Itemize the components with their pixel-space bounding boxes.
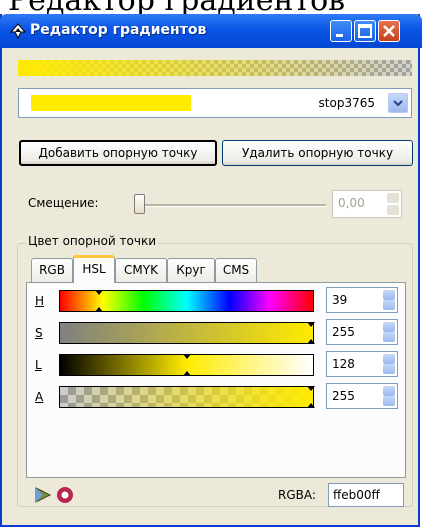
rgba-label: RGBA: bbox=[278, 488, 316, 502]
spin-up-icon[interactable] bbox=[383, 322, 395, 332]
gradient-preview bbox=[18, 60, 412, 76]
spin-up-icon[interactable] bbox=[383, 386, 395, 396]
slider-marker-icon bbox=[95, 307, 103, 312]
spin-up-icon[interactable] bbox=[383, 354, 395, 364]
hue-slider[interactable] bbox=[59, 290, 314, 312]
stop-color-swatch bbox=[31, 95, 191, 111]
stop-selector-dropdown[interactable] bbox=[388, 93, 408, 113]
tab-hsl[interactable]: HSL bbox=[73, 255, 115, 283]
spin-down-icon[interactable] bbox=[383, 364, 395, 374]
slider-marker-icon bbox=[307, 386, 315, 391]
saturation-spinbutton[interactable]: 255 bbox=[326, 319, 398, 345]
hue-value: 39 bbox=[332, 293, 348, 307]
saturation-value: 255 bbox=[332, 325, 355, 339]
spin-down-icon[interactable] bbox=[383, 332, 395, 342]
tab-cms[interactable]: CMS bbox=[215, 258, 257, 282]
stop-name: stop3765 bbox=[318, 96, 375, 110]
stop-selector[interactable]: stop3765 bbox=[18, 88, 412, 118]
spin-down-icon[interactable] bbox=[383, 300, 395, 310]
minimize-icon bbox=[336, 34, 343, 37]
alpha-spinbutton[interactable]: 255 bbox=[326, 383, 398, 409]
slider-marker-icon bbox=[307, 339, 315, 344]
channel-label-l: L bbox=[35, 358, 42, 372]
spin-down-icon[interactable] bbox=[383, 396, 395, 406]
title-bar[interactable]: Редактор градиентов bbox=[0, 14, 422, 48]
slider-marker-icon bbox=[183, 371, 191, 376]
alpha-slider[interactable] bbox=[59, 386, 315, 408]
offset-value: 0,00 bbox=[338, 196, 365, 210]
channel-label-h: H bbox=[35, 294, 45, 308]
spin-up-icon[interactable] bbox=[383, 290, 395, 300]
offset-spinbutton[interactable]: 0,00 bbox=[332, 190, 402, 218]
tab-cmyk[interactable]: CMYK bbox=[115, 258, 167, 282]
slider-marker-icon bbox=[95, 290, 103, 295]
lightness-spinbutton[interactable]: 128 bbox=[326, 351, 398, 377]
offset-slider-handle[interactable] bbox=[134, 194, 145, 214]
window-title: Редактор градиентов bbox=[30, 22, 207, 38]
inkscape-icon bbox=[10, 23, 26, 39]
lightness-value: 128 bbox=[332, 357, 355, 371]
add-stop-button[interactable]: Добавить опорную точку bbox=[19, 140, 217, 166]
close-icon bbox=[383, 25, 395, 37]
spin-up-icon[interactable] bbox=[387, 193, 399, 203]
slider-marker-icon bbox=[307, 403, 315, 408]
close-button[interactable] bbox=[378, 20, 400, 42]
alpha-value: 255 bbox=[332, 389, 355, 403]
chevron-down-icon bbox=[393, 100, 403, 107]
hue-spinbutton[interactable]: 39 bbox=[326, 287, 398, 313]
stop-color-group-title: Цвет опорной точки bbox=[26, 234, 158, 248]
maximize-icon bbox=[358, 24, 372, 38]
color-managed-icon[interactable] bbox=[56, 486, 74, 504]
slider-marker-icon bbox=[307, 322, 315, 327]
spin-down-icon[interactable] bbox=[387, 205, 399, 215]
color-picker-icon[interactable] bbox=[34, 486, 52, 504]
lightness-slider[interactable] bbox=[59, 354, 314, 376]
slider-marker-icon bbox=[183, 354, 191, 359]
tab-rgb[interactable]: RGB bbox=[31, 258, 73, 282]
channel-label-a: A bbox=[35, 390, 44, 404]
saturation-slider[interactable] bbox=[59, 322, 315, 344]
offset-slider[interactable] bbox=[140, 204, 326, 207]
tab-wheel[interactable]: Круг bbox=[167, 258, 215, 282]
rgba-input[interactable]: ffeb00ff bbox=[328, 483, 404, 507]
delete-stop-button[interactable]: Удалить опорную точку bbox=[222, 140, 413, 166]
channel-label-s: S bbox=[35, 326, 43, 340]
offset-label: Смещение: bbox=[28, 196, 99, 210]
minimize-button[interactable] bbox=[330, 20, 352, 42]
maximize-button[interactable] bbox=[354, 20, 376, 42]
